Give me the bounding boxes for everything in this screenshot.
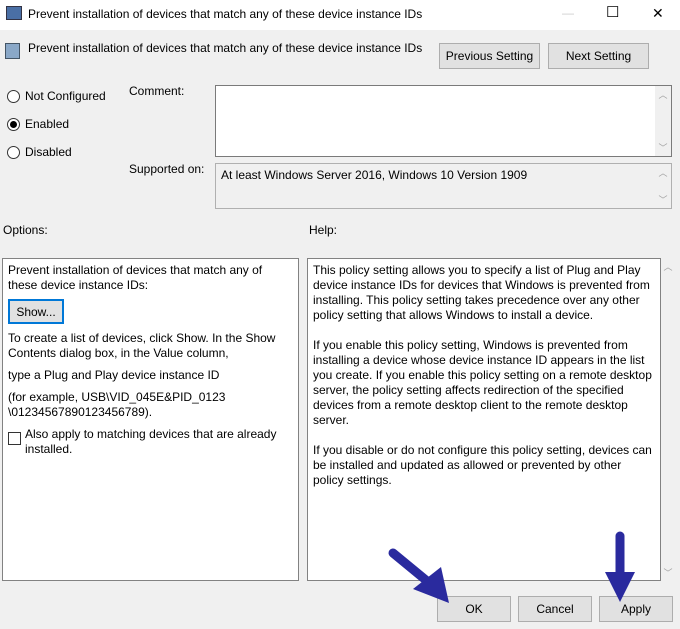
help-label: Help:	[309, 223, 338, 237]
radio-circle[interactable]	[7, 145, 20, 159]
radio-circle[interactable]	[7, 117, 20, 131]
minimize-button[interactable]: —	[562, 6, 574, 20]
help-scrollbar[interactable]: ︿ ﹀	[661, 258, 675, 581]
help-text-1: This policy setting allows you to specif…	[313, 263, 650, 322]
radio-label: Not Configured	[25, 89, 106, 103]
maximize-button[interactable]: ☐	[606, 3, 619, 21]
next-setting-button[interactable]: Next Setting	[548, 43, 649, 69]
radio-circle[interactable]	[7, 89, 20, 103]
arrow-to-ok-icon	[388, 548, 449, 603]
options-text-1: To create a list of devices, click Show.…	[8, 331, 276, 360]
app-icon	[6, 6, 22, 20]
options-panel: Prevent installation of devices that mat…	[2, 258, 299, 581]
previous-setting-button[interactable]: Previous Setting	[439, 43, 540, 69]
supported-field: At least Windows Server 2016, Windows 10…	[215, 163, 672, 209]
close-button[interactable]: ✕	[652, 5, 664, 22]
radio-enabled[interactable]: Enabled	[7, 117, 69, 131]
also-apply-label: Also apply to matching devices that are …	[25, 427, 277, 456]
options-label: Options:	[3, 223, 48, 237]
cancel-button[interactable]: Cancel	[518, 596, 592, 622]
comment-label: Comment:	[129, 84, 185, 98]
title-bar: Prevent installation of devices that mat…	[0, 0, 680, 30]
supported-scrollbar[interactable]: ︿ ﹀	[655, 164, 671, 208]
comment-scrollbar[interactable]: ︿ ﹀	[655, 86, 671, 156]
radio-label: Disabled	[25, 145, 72, 159]
options-text-3: (for example, USB\VID_045E&PID_0123 \012…	[8, 390, 226, 419]
help-text-3: If you disable or do not configure this …	[313, 443, 652, 487]
supported-label: Supported on:	[129, 162, 205, 176]
also-apply-checkbox-row[interactable]: Also apply to matching devices that are …	[8, 427, 293, 457]
radio-label: Enabled	[25, 117, 70, 131]
policy-title: Prevent installation of devices that mat…	[28, 41, 423, 55]
options-text-2: type a Plug and Play device instance ID	[8, 368, 220, 382]
options-intro: Prevent installation of devices that mat…	[8, 263, 263, 292]
radio-not-configured[interactable]: Not Configured	[7, 89, 106, 103]
policy-icon	[5, 43, 20, 59]
show-button[interactable]: Show...	[8, 299, 64, 324]
radio-disabled[interactable]: Disabled	[7, 145, 72, 159]
comment-input[interactable]: ︿ ﹀	[215, 85, 672, 157]
window-title: Prevent installation of devices that mat…	[28, 7, 423, 21]
help-text-2: If you enable this policy setting, Windo…	[313, 338, 652, 427]
supported-value: At least Windows Server 2016, Windows 10…	[221, 168, 528, 182]
also-apply-checkbox[interactable]	[8, 432, 21, 445]
arrow-to-apply-icon	[605, 531, 635, 602]
